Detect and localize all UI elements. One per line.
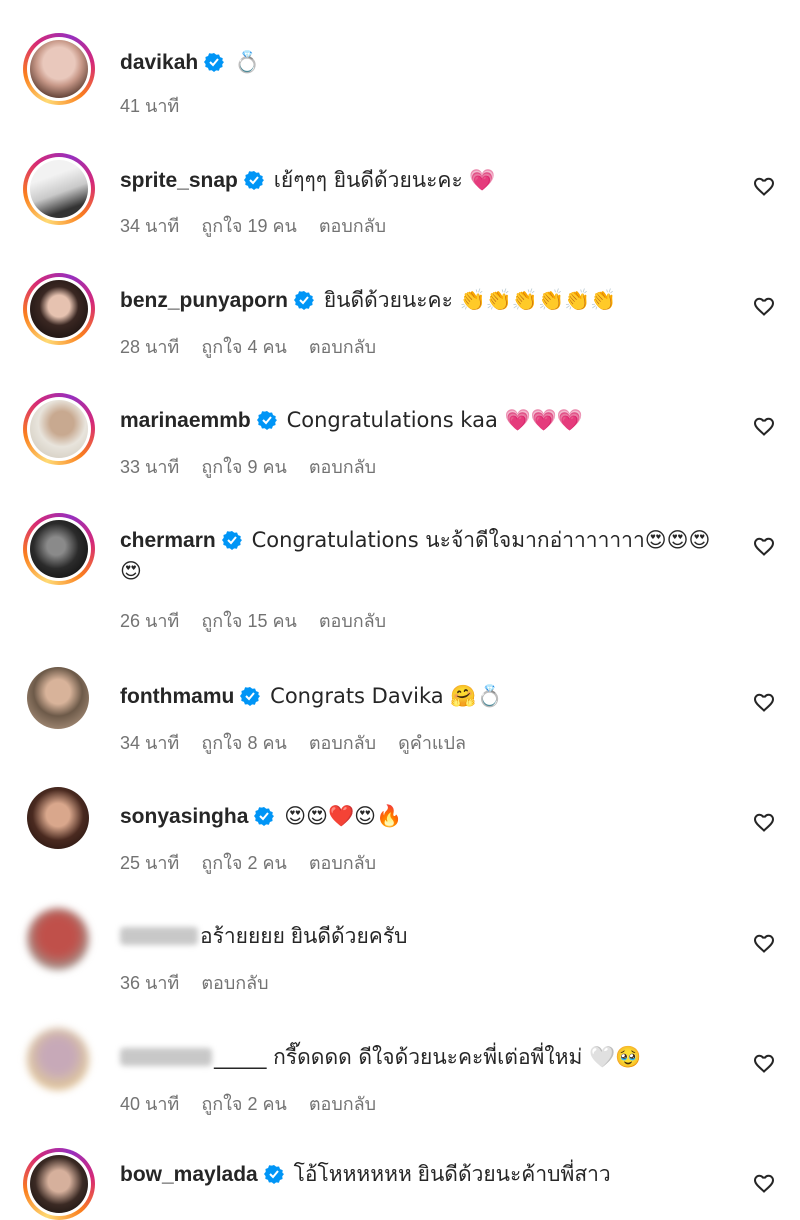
avatar[interactable] <box>27 787 89 849</box>
comment-username[interactable]: benz_punyaporn <box>120 289 288 312</box>
verified-badge-icon <box>240 687 261 706</box>
heart-icon[interactable] <box>752 174 776 198</box>
heart-icon[interactable] <box>752 690 776 714</box>
comment-time: 25 นาที <box>120 853 180 873</box>
comment-time: 36 นาที <box>120 973 180 993</box>
comment-time: 34 นาที <box>120 733 180 753</box>
heart-icon[interactable] <box>752 931 776 955</box>
comment-username[interactable]: fonthmamu <box>120 685 234 708</box>
avatar[interactable] <box>27 908 89 970</box>
comment-username[interactable]: bow_maylada <box>120 1163 258 1186</box>
like-count[interactable]: ถูกใจ 15 คน <box>201 611 297 631</box>
see-translation-link[interactable]: ดูคำแปล <box>398 733 466 753</box>
comment-username[interactable]: marinaemmb <box>120 409 251 432</box>
reply-button[interactable]: ตอบกลับ <box>309 853 376 873</box>
heart-icon[interactable] <box>752 534 776 558</box>
verified-badge-icon <box>243 171 264 190</box>
verified-badge-icon <box>294 291 315 310</box>
like-count[interactable]: ถูกใจ 19 คน <box>201 216 297 236</box>
avatar[interactable] <box>23 513 95 585</box>
reply-button[interactable]: ตอบกลับ <box>309 733 376 753</box>
avatar[interactable] <box>27 667 89 729</box>
comment-text: 😍😍❤️😍🔥 <box>284 804 403 828</box>
comment-username[interactable]: chermarn <box>120 529 216 552</box>
comment-text: Congrats Davika 🤗💍 <box>270 684 503 708</box>
comment-username[interactable]: sprite_snap <box>120 169 238 192</box>
avatar[interactable] <box>23 393 95 465</box>
heart-icon[interactable] <box>752 1171 776 1195</box>
reply-button[interactable]: ตอบกลับ <box>201 973 268 993</box>
verified-badge-icon <box>256 411 277 430</box>
reply-button[interactable]: ตอบกลับ <box>309 1094 376 1114</box>
heart-icon[interactable] <box>752 810 776 834</box>
comment-text: เย้ๆๆๆ ยินดีด้วยนะคะ 💗 <box>273 168 496 192</box>
like-count[interactable]: ถูกใจ 2 คน <box>201 1094 287 1114</box>
comment-time: 41 นาที <box>120 96 180 116</box>
comment-username[interactable]: davikah <box>120 51 198 74</box>
reply-button[interactable]: ตอบกลับ <box>309 337 376 357</box>
reply-button[interactable]: ตอบกลับ <box>319 611 386 631</box>
like-count[interactable]: ถูกใจ 2 คน <box>201 853 287 873</box>
avatar[interactable] <box>23 153 95 225</box>
blurred-username[interactable] <box>120 927 198 945</box>
comment-text: โอ้โหหหหหห ยินดีด้วยนะค้าบพี่สาว <box>293 1163 611 1186</box>
like-count[interactable]: ถูกใจ 9 คน <box>201 457 287 477</box>
verified-badge-icon <box>263 1165 284 1184</box>
verified-badge-icon <box>221 531 242 550</box>
avatar[interactable] <box>27 1028 89 1090</box>
comment-time: 26 นาที <box>120 611 180 631</box>
avatar[interactable] <box>23 1148 95 1220</box>
comment-text: _____ กรี๊ดดดด ดีใจด้วยนะคะพี่เต่อพี่ใหม… <box>214 1045 642 1069</box>
comment-username[interactable]: sonyasingha <box>120 805 248 828</box>
heart-icon[interactable] <box>752 414 776 438</box>
comment-text: อร้ายยยย ยินดีด้วยครับ <box>200 925 408 948</box>
reply-button[interactable]: ตอบกลับ <box>309 457 376 477</box>
heart-icon[interactable] <box>752 294 776 318</box>
verified-badge-icon <box>204 53 225 72</box>
like-count[interactable]: ถูกใจ 4 คน <box>201 337 287 357</box>
avatar[interactable] <box>23 273 95 345</box>
heart-icon[interactable] <box>752 1051 776 1075</box>
like-count[interactable]: ถูกใจ 8 คน <box>201 733 287 753</box>
comment-text: 💍 <box>234 50 261 74</box>
verified-badge-icon <box>254 807 275 826</box>
comment-time: 28 นาที <box>120 337 180 357</box>
blurred-username[interactable] <box>120 1048 212 1066</box>
comment-time: 40 นาที <box>120 1094 180 1114</box>
reply-button[interactable]: ตอบกลับ <box>319 216 386 236</box>
comment-time: 33 นาที <box>120 457 180 477</box>
comment-time: 34 นาที <box>120 216 180 236</box>
comment-text: Congratulations kaa 💗💗💗 <box>286 408 583 432</box>
avatar[interactable] <box>23 33 95 105</box>
comment-text: ยินดีด้วยนะคะ 👏👏👏👏👏👏 <box>323 288 617 312</box>
